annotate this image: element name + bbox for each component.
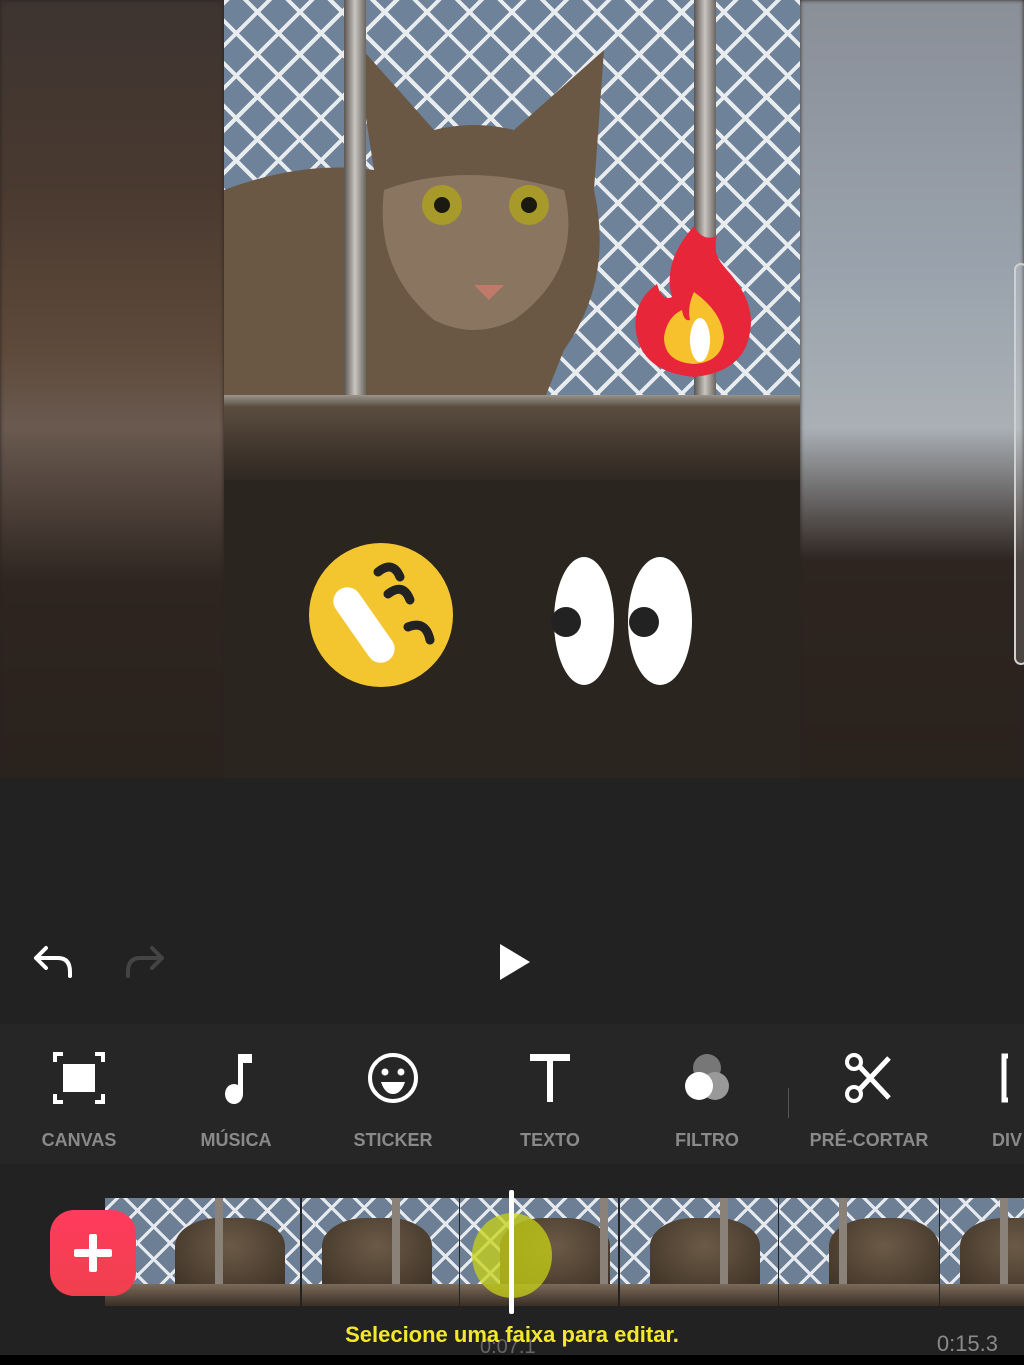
- tool-label: MÚSICA: [200, 1130, 272, 1150]
- tool-pre-cut[interactable]: PRÉ-CORTAR: [794, 1050, 944, 1160]
- cat-image: [224, 40, 604, 400]
- tool-label: TEXTO: [520, 1130, 580, 1150]
- text-icon: [530, 1054, 570, 1102]
- split-icon: [1001, 1053, 1008, 1103]
- window-ledge: [224, 395, 800, 480]
- blurred-background-left: [0, 0, 224, 778]
- tool-label: CANVAS: [41, 1130, 117, 1150]
- tool-canvas[interactable]: CANVAS: [4, 1050, 154, 1160]
- redo-icon: [126, 946, 164, 978]
- tool-split[interactable]: DIV: [952, 1050, 1024, 1160]
- laughing-face-sticker[interactable]: [308, 542, 454, 688]
- add-clip-button[interactable]: [50, 1210, 136, 1296]
- undo-icon: [34, 946, 72, 978]
- tool-sticker[interactable]: STICKER: [318, 1050, 468, 1160]
- tool-label: FILTRO: [675, 1130, 739, 1150]
- edit-hint: Selecione uma faixa para editar.: [345, 1322, 679, 1347]
- fire-sticker[interactable]: [632, 222, 756, 380]
- redo-button[interactable]: [120, 938, 168, 989]
- tool-label: DIV: [992, 1130, 1023, 1150]
- tool-label: STICKER: [353, 1130, 433, 1150]
- playhead[interactable]: [509, 1190, 514, 1314]
- canvas-icon: [53, 1052, 105, 1104]
- tool-filter[interactable]: FILTRO: [632, 1050, 782, 1160]
- timeline-thumbnail: [779, 1198, 939, 1306]
- tool-text[interactable]: TEXTO: [475, 1050, 625, 1160]
- play-button[interactable]: [494, 940, 534, 987]
- scissors-icon: [845, 1053, 891, 1103]
- preview-scroll-handle[interactable]: [1014, 263, 1024, 665]
- timeline-thumbnail: [302, 1198, 459, 1306]
- tool-label: PRÉ-CORTAR: [809, 1130, 929, 1150]
- video-preview[interactable]: [0, 0, 1024, 778]
- editing-toolbar: CANVAS MÚSICA STICKER TEXTO FILTRO PRÉ-C…: [0, 1024, 1024, 1164]
- eyes-sticker[interactable]: [548, 556, 698, 688]
- toolbar-divider: [788, 1088, 789, 1118]
- bottom-bar: [0, 1355, 1024, 1365]
- playback-controls: [0, 930, 1024, 1000]
- plus-icon: [74, 1234, 112, 1272]
- timeline-thumbnail: [940, 1198, 1024, 1306]
- smiley-icon: [368, 1053, 418, 1103]
- window-bar: [344, 0, 366, 400]
- play-icon: [500, 944, 530, 980]
- timeline-thumbnail: [620, 1198, 778, 1306]
- blurred-background-right: [800, 0, 1024, 778]
- total-duration: 0:15.3: [936, 1331, 998, 1356]
- undo-button[interactable]: [30, 938, 78, 989]
- tool-music[interactable]: MÚSICA: [161, 1050, 311, 1160]
- filter-icon: [685, 1054, 729, 1100]
- music-note-icon: [225, 1054, 252, 1104]
